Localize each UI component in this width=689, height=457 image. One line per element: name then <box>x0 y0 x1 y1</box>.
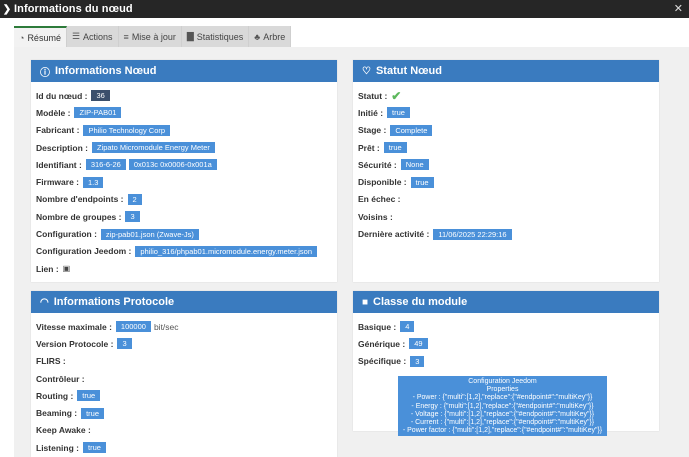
manufacturer-badge: Philio Technology Corp <box>83 124 171 136</box>
neighbors-row: Voisins : <box>358 211 393 222</box>
endpoints-badge: 2 <box>127 193 142 205</box>
model-badge: ZIP-PAB01 <box>74 107 122 119</box>
listening-row: Listening : true <box>36 439 337 456</box>
identifier-row: Identifiant :316-6-26 0x013c 0x0006-0x001… <box>36 156 337 173</box>
property-line: - Voltage : {"multi":[1,2],"replace":{"#… <box>410 410 595 418</box>
identifier-badge: 316-6-26 <box>85 159 126 171</box>
tree-icon: ♣ <box>254 31 261 42</box>
chevron-right-icon[interactable]: ❯ <box>0 4 14 15</box>
available-badge: true <box>410 176 434 188</box>
dashboard-icon: ◔ <box>19 32 25 43</box>
tab-statistics[interactable]: ▇ Statistiques <box>182 26 250 47</box>
info-circle-icon: ⓘ <box>40 67 50 79</box>
heartbeat-icon: ♡ <box>362 65 371 77</box>
protocol-version-row: Version Protocole :3 <box>36 335 337 352</box>
model-row: Modèle : ZIP-PAB01 <box>36 104 337 121</box>
endpoints-row: Nombre d'endpoints :2 <box>36 191 337 208</box>
specific-row: Spécifique :3 <box>358 353 659 370</box>
last-activity-badge: 11/06/2025 22:29:16 <box>433 228 512 240</box>
available-row: Disponible : true <box>358 173 659 190</box>
node-id-badge: 36 <box>91 90 110 102</box>
max-speed-badge: 100000 <box>115 321 151 333</box>
module-class-header: ■ Classe du module <box>353 291 659 313</box>
max-speed-row: Vitesse maximale :100000 bit/sec <box>36 321 179 333</box>
property-line: - Power factor : {"multi":[1,2],"replace… <box>402 427 603 435</box>
basic-row: Basique :4 <box>358 318 659 335</box>
configuration-badge: zip-pab01.json (Zwave-Js) <box>100 228 199 240</box>
document-icon[interactable]: ▣ <box>63 264 71 273</box>
tab-content: ⓘ Informations Nœud Id du nœud :36 Modèl… <box>14 47 689 457</box>
tab-actions[interactable]: ☰ Actions <box>67 26 119 47</box>
tab-tree[interactable]: ♣ Arbre <box>249 26 292 47</box>
generic-badge: 49 <box>409 338 428 350</box>
jeedom-config-badge: philio_316/phpab01.micromodule.energy.me… <box>135 245 318 257</box>
tab-update[interactable]: ≡ Mise à jour <box>119 26 182 47</box>
generic-row: Générique :49 <box>358 335 659 352</box>
bar-chart-icon: ▇ <box>186 31 194 41</box>
tab-resume[interactable]: ◔ Résumé <box>14 26 67 47</box>
tab-bar: ◔ Résumé ☰ Actions ≡ Mise à jour ▇ Stati… <box>14 26 292 47</box>
groups-badge: 3 <box>125 211 140 223</box>
check-icon: ✔ <box>391 88 402 103</box>
last-activity-row: Dernière activité :11/06/2025 22:29:16 <box>358 225 659 242</box>
failed-row: En échec : <box>358 194 401 205</box>
protocol-info-panel: ◠ Informations Protocole Vitesse maximal… <box>31 291 337 457</box>
ready-badge: true <box>383 142 407 154</box>
security-badge: None <box>400 159 429 171</box>
routing-badge: true <box>77 390 101 402</box>
firmware-badge: 1.3 <box>83 176 104 188</box>
cube-icon: ■ <box>362 296 369 308</box>
listening-badge: true <box>82 442 106 454</box>
stage-badge: Complete <box>390 124 433 136</box>
node-id-row: Id du nœud :36 <box>36 87 337 104</box>
identifier-hex-badge: 0x013c 0x0006-0x001a <box>128 159 217 171</box>
basic-badge: 4 <box>400 321 415 333</box>
module-class-panel: ■ Classe du module Basique :4 Générique … <box>353 291 659 437</box>
link-row: Lien : ▣ <box>36 263 71 274</box>
list-icon: ☰ <box>71 31 81 41</box>
ready-row: Prêt : true <box>358 139 659 156</box>
security-row: Sécurité : None <box>358 156 659 173</box>
window-titlebar: ❯ Informations du nœud ✕ <box>0 0 689 18</box>
stage-row: Stage : Complete <box>358 122 659 139</box>
node-info-header: ⓘ Informations Nœud <box>31 60 337 82</box>
wifi-icon: ◠ <box>40 296 49 308</box>
specific-badge: 3 <box>410 355 425 367</box>
protocol-version-badge: 3 <box>117 338 132 350</box>
configuration-row: Configuration : zip-pab01.json (Zwave-Js) <box>36 225 337 242</box>
property-line: - Energy : {"multi":[1,2],"replace":{"#e… <box>411 402 594 410</box>
node-status-panel: ♡ Statut Nœud Statut : ✔ Initié : true Sta… <box>353 60 659 282</box>
beaming-row: Beaming : true <box>36 404 337 421</box>
jeedom-config-box: Configuration Jeedom Properties - Power … <box>398 376 607 437</box>
property-line: - Power : {"multi":[1,2],"replace":{"#en… <box>412 394 593 402</box>
initiated-badge: true <box>387 107 410 119</box>
manufacturer-row: Fabricant : Philio Technology Corp <box>36 122 337 139</box>
node-status-header: ♡ Statut Nœud <box>353 60 659 82</box>
server-icon: ≡ <box>123 31 129 42</box>
description-badge: Zipato Micromodule Energy Meter <box>91 142 215 154</box>
controller-row: Contrôleur : <box>36 373 85 384</box>
protocol-info-header: ◠ Informations Protocole <box>31 291 337 313</box>
property-line: - Current : {"multi":[1,2],"replace":{"#… <box>410 419 595 427</box>
jeedom-config-row: Configuration Jeedom : philio_316/phpab01… <box>36 243 337 260</box>
routing-row: Routing : true <box>36 387 337 404</box>
groups-row: Nombre de groupes :3 <box>36 208 337 225</box>
node-info-panel: ⓘ Informations Nœud Id du nœud :36 Modèl… <box>31 60 337 282</box>
flirs-row: FLIRS : <box>36 356 66 367</box>
description-row: Description : Zipato Micromodule Energy M… <box>36 139 337 156</box>
close-icon[interactable]: ✕ <box>674 2 683 15</box>
firmware-row: Firmware :1.3 <box>36 173 337 190</box>
beaming-badge: true <box>81 407 105 419</box>
initiated-row: Initié : true <box>358 104 659 121</box>
keep-awake-row: Keep Awake : <box>36 425 91 436</box>
status-row: Statut : ✔ <box>358 88 402 103</box>
window-title: Informations du nœud <box>14 3 133 15</box>
